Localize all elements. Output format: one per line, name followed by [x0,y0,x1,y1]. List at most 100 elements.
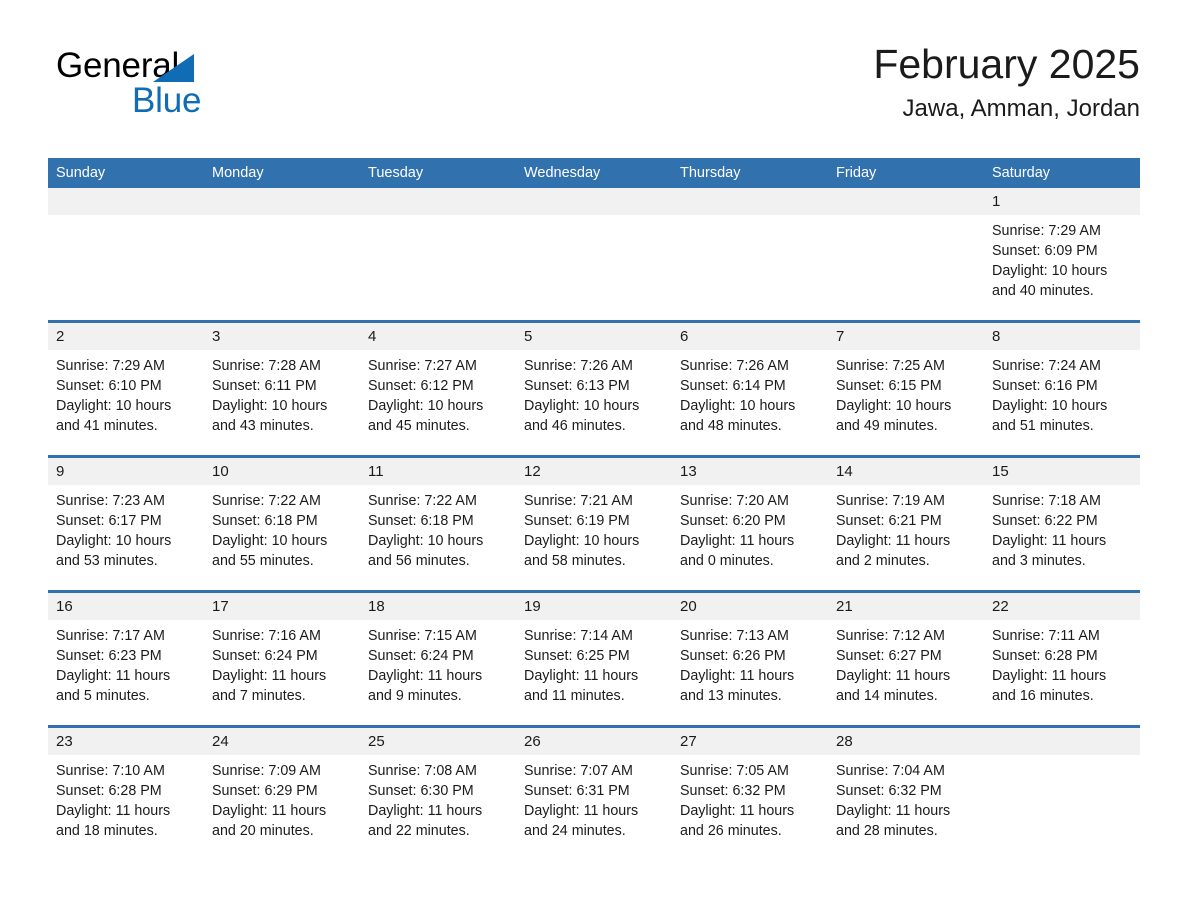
daylight-text-line2: and 45 minutes. [368,418,470,434]
day-number: 17 [212,598,229,615]
sunset-text: Sunset: 6:12 PM [368,378,474,394]
day-cell[interactable]: 10 Sunrise: 7:22 AM Sunset: 6:18 PM Dayligh… [204,458,360,590]
sunrise-text: Sunrise: 7:14 AM [524,628,633,644]
day-number: 8 [992,328,1001,345]
sunrise-text: Sunrise: 7:22 AM [212,493,321,509]
day-cell[interactable] [48,188,204,320]
daylight-text-line2: and 16 minutes. [992,688,1094,704]
day-cell[interactable]: 8 Sunrise: 7:24 AM Sunset: 6:16 PM Daylight… [984,323,1140,455]
page-header: General Blue February 2025 Jawa, Amman, … [48,38,1140,150]
day-cell[interactable] [672,188,828,320]
daylight-text-line2: and 9 minutes. [368,688,462,704]
day-cell[interactable]: 12 Sunrise: 7:21 AM Sunset: 6:19 PM Dayligh… [516,458,672,590]
sunset-text: Sunset: 6:31 PM [524,783,630,799]
day-number: 18 [368,598,385,615]
day-number: 20 [680,598,697,615]
daylight-text-line2: and 0 minutes. [680,553,774,569]
day-cell[interactable] [516,188,672,320]
weekday-header-thursday: Thursday [680,165,741,181]
sunset-text: Sunset: 6:24 PM [368,648,474,664]
daylight-text-line1: Daylight: 11 hours [368,668,483,684]
day-cell[interactable] [360,188,516,320]
day-cell[interactable]: 13 Sunrise: 7:20 AM Sunset: 6:20 PM Dayligh… [672,458,828,590]
day-cell[interactable]: 5 Sunrise: 7:26 AM Sunset: 6:13 PM Daylight… [516,323,672,455]
sunrise-text: Sunrise: 7:24 AM [992,358,1101,374]
calendar-week-row: 16 Sunrise: 7:17 AM Sunset: 6:23 PM Dayligh… [48,590,1140,725]
sunrise-text: Sunrise: 7:17 AM [56,628,165,644]
day-number: 2 [56,328,65,345]
calendar-table: Sunday Monday Tuesday Wednesday Thursday… [48,158,1140,854]
day-cell[interactable]: 18 Sunrise: 7:15 AM Sunset: 6:24 PM Dayligh… [360,593,516,725]
weekday-header-row: Sunday Monday Tuesday Wednesday Thursday… [48,158,1140,188]
daylight-text-line1: Daylight: 11 hours [368,803,483,819]
day-number: 26 [524,733,541,750]
daylight-text-line2: and 43 minutes. [212,418,314,434]
day-cell[interactable]: 15 Sunrise: 7:18 AM Sunset: 6:22 PM Dayligh… [984,458,1140,590]
day-cell[interactable]: 17 Sunrise: 7:16 AM Sunset: 6:24 PM Dayligh… [204,593,360,725]
daylight-text-line2: and 26 minutes. [680,823,782,839]
day-cell[interactable]: 19 Sunrise: 7:14 AM Sunset: 6:25 PM Dayligh… [516,593,672,725]
day-cell[interactable]: 7 Sunrise: 7:25 AM Sunset: 6:15 PM Daylight… [828,323,984,455]
day-number: 25 [368,733,385,750]
day-cell[interactable]: 1 Sunrise: 7:29 AM Sunset: 6:09 PM Daylight… [984,188,1140,320]
daylight-text-line1: Daylight: 11 hours [680,668,795,684]
daylight-text-line1: Daylight: 11 hours [680,803,795,819]
day-cell[interactable]: 28 Sunrise: 7:04 AM Sunset: 6:32 PM Dayligh… [828,728,984,854]
day-cell[interactable]: 2 Sunrise: 7:29 AM Sunset: 6:10 PM Daylight… [48,323,204,455]
sunset-text: Sunset: 6:16 PM [992,378,1098,394]
daylight-text-line1: Daylight: 11 hours [836,668,951,684]
daylight-text-line2: and 53 minutes. [56,553,158,569]
daylight-text-line2: and 22 minutes. [368,823,470,839]
daylight-text-line1: Daylight: 11 hours [992,533,1107,549]
daylight-text-line2: and 13 minutes. [680,688,782,704]
day-cell[interactable] [828,188,984,320]
daylight-text-line2: and 3 minutes. [992,553,1086,569]
daylight-text-line1: Daylight: 11 hours [56,668,171,684]
day-number: 21 [836,598,853,615]
day-cell[interactable]: 4 Sunrise: 7:27 AM Sunset: 6:12 PM Daylight… [360,323,516,455]
day-cell[interactable]: 6 Sunrise: 7:26 AM Sunset: 6:14 PM Daylight… [672,323,828,455]
sunset-text: Sunset: 6:27 PM [836,648,942,664]
daylight-text-line1: Daylight: 10 hours [56,533,172,549]
day-cell[interactable] [204,188,360,320]
daylight-text-line2: and 5 minutes. [56,688,150,704]
day-cell[interactable]: 25 Sunrise: 7:08 AM Sunset: 6:30 PM Dayligh… [360,728,516,854]
sunset-text: Sunset: 6:14 PM [680,378,786,394]
weekday-header-saturday: Saturday [992,165,1051,181]
day-cell[interactable]: 22 Sunrise: 7:11 AM Sunset: 6:28 PM Dayligh… [984,593,1140,725]
day-cell[interactable]: 24 Sunrise: 7:09 AM Sunset: 6:29 PM Dayligh… [204,728,360,854]
sunrise-text: Sunrise: 7:10 AM [56,763,165,779]
daylight-text-line2: and 40 minutes. [992,283,1094,299]
title-block: February 2025 Jawa, Amman, Jordan [873,38,1140,124]
calendar-week-row: 2 Sunrise: 7:29 AM Sunset: 6:10 PM Daylight… [48,320,1140,455]
sunset-text: Sunset: 6:32 PM [836,783,942,799]
sunset-text: Sunset: 6:18 PM [368,513,474,529]
day-cell[interactable]: 23 Sunrise: 7:10 AM Sunset: 6:28 PM Dayligh… [48,728,204,854]
day-cell[interactable]: 21 Sunrise: 7:12 AM Sunset: 6:27 PM Dayligh… [828,593,984,725]
logo-triangle-icon [153,54,194,82]
day-cell[interactable]: 16 Sunrise: 7:17 AM Sunset: 6:23 PM Dayligh… [48,593,204,725]
daylight-text-line1: Daylight: 11 hours [680,533,795,549]
daylight-text-line2: and 58 minutes. [524,553,626,569]
day-cell[interactable]: 11 Sunrise: 7:22 AM Sunset: 6:18 PM Dayligh… [360,458,516,590]
day-cell[interactable]: 26 Sunrise: 7:07 AM Sunset: 6:31 PM Dayligh… [516,728,672,854]
daylight-text-line1: Daylight: 10 hours [524,398,640,414]
day-cell[interactable] [984,728,1140,854]
day-number: 14 [836,463,853,480]
day-number: 13 [680,463,697,480]
day-cell[interactable]: 20 Sunrise: 7:13 AM Sunset: 6:26 PM Dayligh… [672,593,828,725]
day-number: 10 [212,463,229,480]
weekday-header-wednesday: Wednesday [524,165,601,181]
daylight-text-line1: Daylight: 11 hours [212,668,327,684]
day-cell[interactable]: 9 Sunrise: 7:23 AM Sunset: 6:17 PM Daylight… [48,458,204,590]
sunrise-text: Sunrise: 7:11 AM [992,628,1100,644]
sunset-text: Sunset: 6:19 PM [524,513,630,529]
day-cell[interactable]: 3 Sunrise: 7:28 AM Sunset: 6:11 PM Daylight… [204,323,360,455]
day-cell[interactable]: 27 Sunrise: 7:05 AM Sunset: 6:32 PM Dayligh… [672,728,828,854]
sunset-text: Sunset: 6:24 PM [212,648,318,664]
daylight-text-line1: Daylight: 10 hours [368,398,484,414]
daylight-text-line1: Daylight: 10 hours [992,263,1108,279]
daylight-text-line1: Daylight: 11 hours [524,803,639,819]
day-cell[interactable]: 14 Sunrise: 7:19 AM Sunset: 6:21 PM Dayligh… [828,458,984,590]
daylight-text-line2: and 55 minutes. [212,553,314,569]
